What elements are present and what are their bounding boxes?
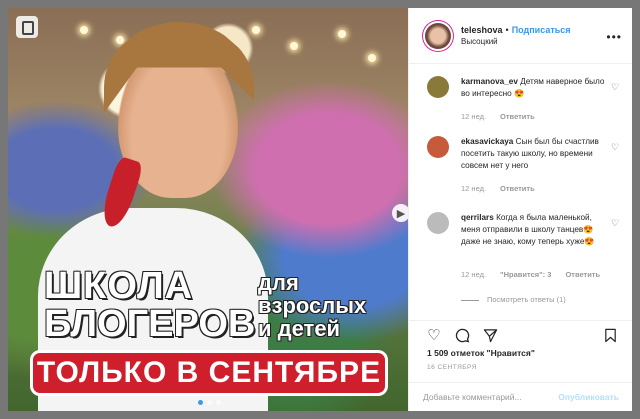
light-bulb [116, 36, 124, 44]
comment-heart-icon[interactable]: ♡ [611, 142, 619, 153]
separator-dot: • [505, 24, 509, 35]
light-bulb [338, 30, 346, 38]
carousel-icon [16, 16, 38, 38]
carousel-dot-active [198, 400, 203, 405]
comment-likes[interactable]: "Нравится": 3 [500, 270, 551, 279]
reply-button[interactable]: Ответить [565, 270, 600, 279]
comment-body: ekasavickaya Сын был бы счастлив посетит… [461, 136, 609, 172]
comment-meta: 12 нед. Ответить [461, 184, 535, 193]
share-icon[interactable] [481, 326, 499, 344]
commenter-avatar[interactable] [427, 76, 449, 98]
post-image[interactable]: ШКОЛА БЛОГЕРОВ для взрослых и детей ТОЛЬ… [8, 8, 408, 411]
light-bulb [80, 26, 88, 34]
post-sidebar: teleshova • Подписаться Высоцкий ••• karma… [408, 8, 632, 411]
bookmark-icon[interactable] [601, 326, 619, 344]
headline-school: ШКОЛА [44, 265, 194, 307]
likes-count: 1 509 [427, 348, 449, 358]
view-replies-link[interactable]: Посмотреть ответы (1) [461, 295, 566, 304]
comment-username[interactable]: ekasavickaya [461, 137, 513, 146]
light-bulb [252, 26, 260, 34]
comment-meta: 12 нед. "Нравится": 3 Ответить [461, 270, 600, 279]
comments-list[interactable]: karmanova_ev Детям наверное было во инте… [409, 64, 632, 320]
commenter-avatar[interactable] [427, 212, 449, 234]
side-text-adults: взрослых [258, 293, 367, 318]
light-bulb [368, 54, 376, 62]
follow-button[interactable]: Подписаться [512, 25, 571, 35]
comment-input[interactable] [423, 392, 559, 402]
comment-age: 12 нед. [461, 184, 487, 193]
comment-body: karmanova_ev Детям наверное было во инте… [461, 76, 609, 100]
heart-icon[interactable]: ♡ [425, 326, 443, 344]
side-text-kids: и детей [258, 316, 341, 341]
post-modal: ШКОЛА БЛОГЕРОВ для взрослых и детей ТОЛЬ… [8, 8, 632, 411]
author-info: teleshova • Подписаться Высоцкий [461, 24, 571, 48]
reply-button[interactable]: Ответить [500, 112, 535, 121]
next-arrow-icon[interactable]: ▶ [392, 204, 408, 222]
comment-icon[interactable] [453, 326, 471, 344]
comment-meta: 12 нед. Ответить [461, 112, 535, 121]
likes-summary[interactable]: 1 509 отметок "Нравится" [427, 348, 535, 358]
september-banner: ТОЛЬКО В СЕНТЯБРЕ [30, 350, 388, 396]
post-date: 16 СЕНТЯБРЯ [427, 364, 477, 371]
light-bulb [290, 42, 298, 50]
action-bar: ♡ [409, 320, 632, 348]
comment-username[interactable]: qerrilars [461, 213, 494, 222]
carousel-dot [207, 400, 212, 405]
comment-username[interactable]: karmanova_ev [461, 77, 518, 86]
location-link[interactable]: Высоцкий [461, 36, 571, 48]
post-header: teleshova • Подписаться Высоцкий ••• [409, 8, 632, 64]
comment-age: 12 нед. [461, 112, 487, 121]
likes-label: отметок "Нравится" [450, 348, 535, 358]
more-options-icon[interactable]: ••• [606, 30, 622, 44]
reply-button[interactable]: Ответить [500, 184, 535, 193]
side-text-for: для [258, 270, 299, 295]
comment-heart-icon[interactable]: ♡ [611, 218, 619, 229]
publish-button[interactable]: Опубликовать [558, 392, 619, 402]
carousel-dot [216, 400, 221, 405]
add-comment-bar: Опубликовать [409, 382, 632, 411]
comment-heart-icon[interactable]: ♡ [611, 82, 619, 93]
comment-body: qerrilars Когда я была маленькой, меня о… [461, 212, 609, 248]
headline-bloggers: БЛОГЕРОВ [44, 303, 256, 345]
author-avatar[interactable] [425, 22, 451, 49]
comment-age: 12 нед. [461, 270, 487, 279]
author-username[interactable]: teleshova [461, 25, 503, 35]
carousel-dots [198, 400, 221, 405]
commenter-avatar[interactable] [427, 136, 449, 158]
